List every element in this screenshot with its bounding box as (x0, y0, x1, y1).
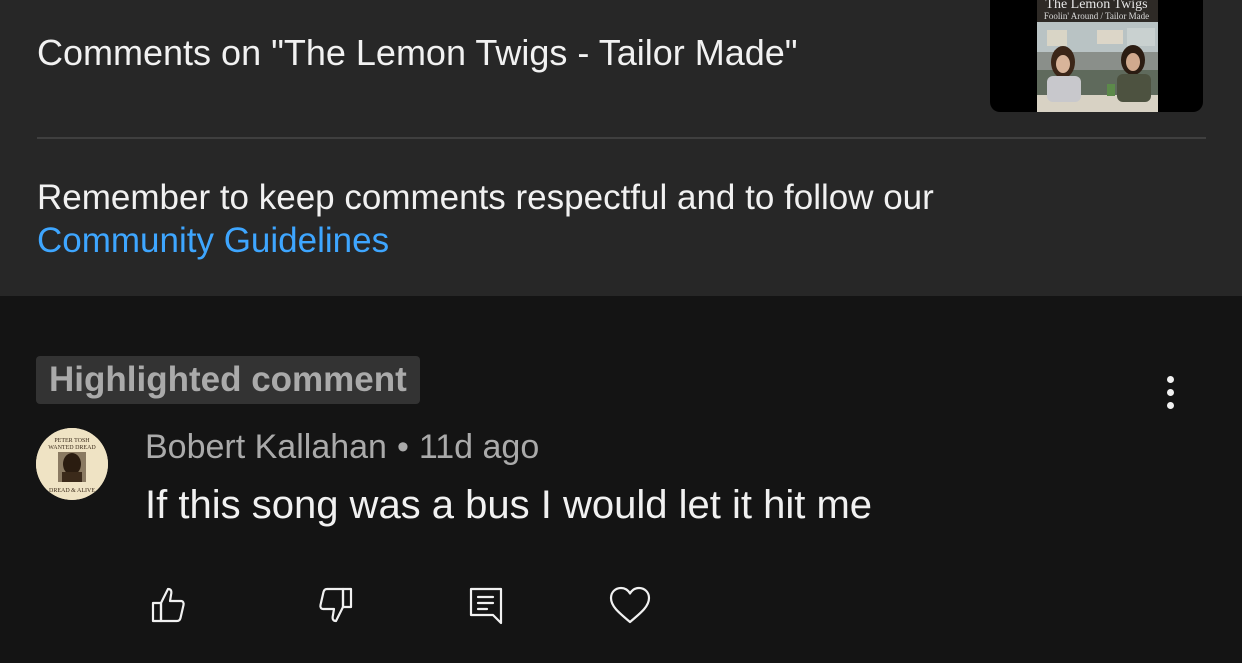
community-guidelines-link[interactable]: Community Guidelines (37, 219, 934, 262)
comment-meta: Bobert Kallahan • 11d ago (145, 428, 539, 467)
avatar-text-top: PETER TOSH (54, 438, 90, 444)
highlighted-comment-badge: Highlighted comment (36, 356, 420, 404)
notice-text: Remember to keep comments respectful and… (37, 178, 934, 217)
heart-icon (609, 586, 651, 624)
heart-button[interactable] (605, 580, 655, 630)
like-button[interactable] (143, 580, 193, 630)
avatar-text-bottom: DREAD & ALIVE (49, 488, 95, 494)
reply-icon (469, 587, 503, 625)
page-title: Comments on "The Lemon Twigs - Tailor Ma… (37, 32, 798, 73)
dislike-button[interactable] (311, 580, 361, 630)
comment-text: If this song was a bus I would let it hi… (145, 483, 873, 527)
video-thumbnail[interactable]: The Lemon Twigs Foolin' Around / Tailor … (990, 0, 1203, 112)
comments-header-panel: Comments on "The Lemon Twigs - Tailor Ma… (0, 0, 1242, 296)
header-divider (37, 137, 1206, 139)
community-notice: Remember to keep comments respectful and… (37, 176, 934, 262)
reply-button[interactable] (461, 580, 511, 630)
avatar-text-mid: WANTED DREAD (48, 445, 96, 451)
thumbnail-song-titles: Foolin' Around / Tailor Made (1043, 11, 1150, 21)
thumbs-down-icon (319, 587, 353, 623)
comment-author[interactable]: Bobert Kallahan (145, 428, 387, 466)
avatar[interactable]: PETER TOSH WANTED DREAD DREAD & ALIVE (36, 428, 108, 500)
avatar-image: PETER TOSH WANTED DREAD DREAD & ALIVE (36, 428, 108, 500)
thumbs-up-icon (151, 587, 185, 623)
comment-time: 11d ago (418, 428, 540, 466)
more-vertical-icon[interactable] (1148, 370, 1192, 414)
meta-separator: • (396, 428, 409, 466)
